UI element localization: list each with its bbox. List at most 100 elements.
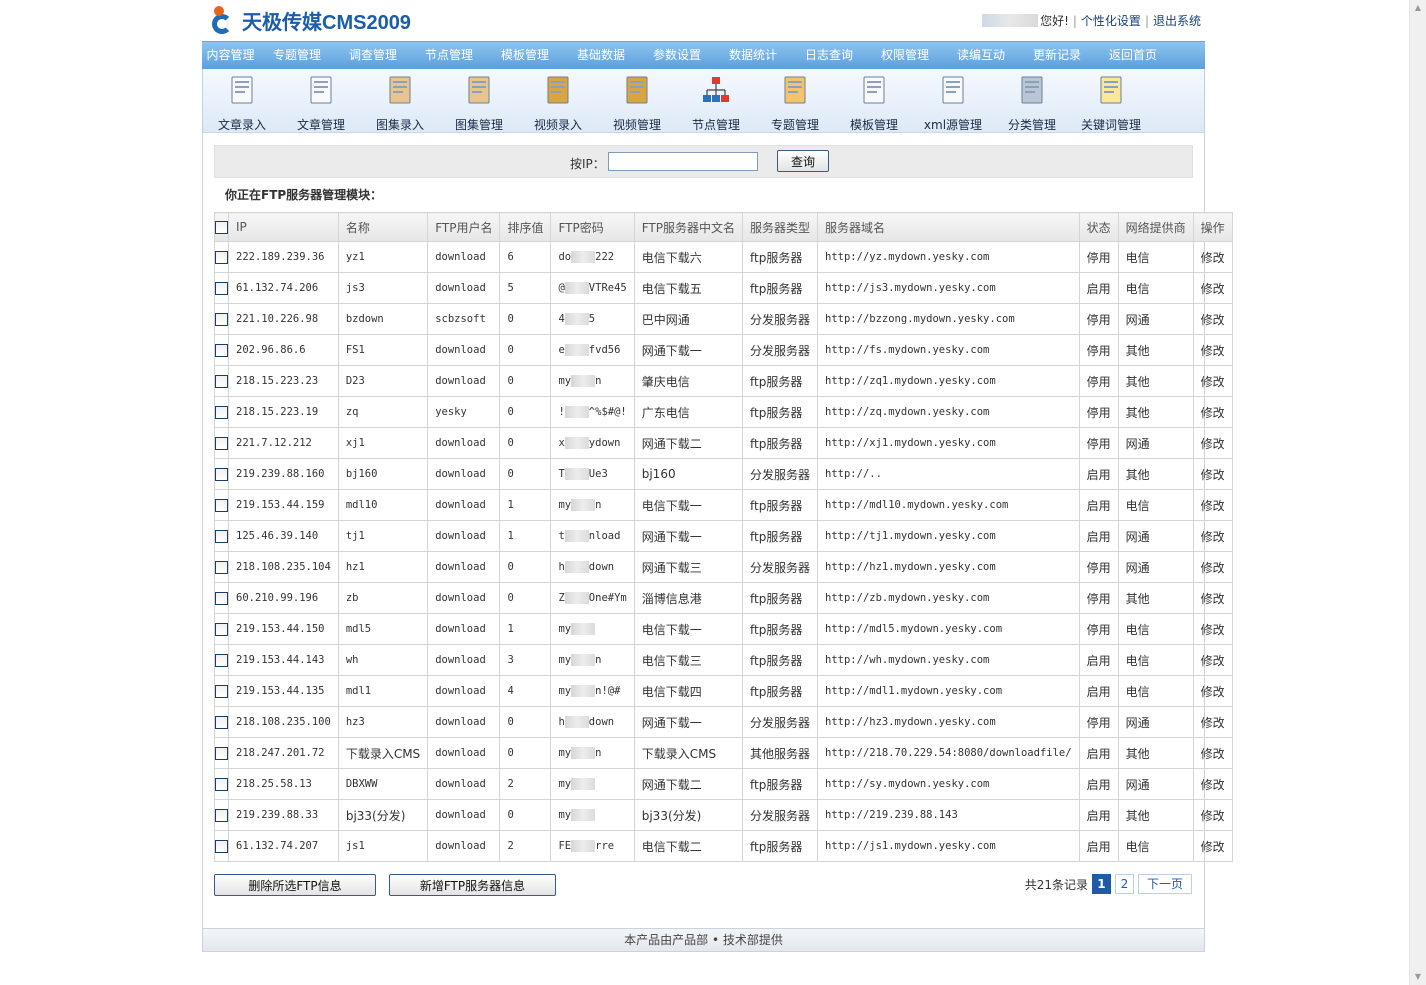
edit-link[interactable]: 修改 xyxy=(1192,365,1233,397)
toolbar-topic-button[interactable]: 专题管理 xyxy=(757,75,833,133)
edit-link[interactable]: 修改 xyxy=(1192,489,1233,521)
menu-item-7[interactable]: 数据统计 xyxy=(715,42,791,70)
menu-item-11[interactable]: 更新记录 xyxy=(1019,42,1095,70)
row-checkbox[interactable] xyxy=(215,343,228,357)
row-checkbox[interactable] xyxy=(215,591,228,605)
edit-link[interactable]: 修改 xyxy=(1192,706,1233,738)
select-all-checkbox[interactable] xyxy=(215,221,228,234)
menu-item-0[interactable]: 内容管理 xyxy=(202,42,259,70)
edit-link[interactable]: 修改 xyxy=(1192,303,1233,335)
toolbar-template-button[interactable]: 模板管理 xyxy=(836,75,912,133)
personal-settings-link[interactable]: 个性化设置 xyxy=(1081,12,1141,29)
toolbar-video-manage-button[interactable]: 视频管理 xyxy=(599,75,675,133)
edit-link[interactable]: 修改 xyxy=(1192,737,1233,769)
toolbar-node-tree-button[interactable]: 节点管理 xyxy=(678,75,754,133)
edit-link[interactable]: 修改 xyxy=(1192,644,1233,676)
page-1-link[interactable]: 1 xyxy=(1091,874,1111,894)
ip-search-input[interactable] xyxy=(608,152,758,171)
edit-link[interactable]: 修改 xyxy=(1192,458,1233,490)
row-checkbox[interactable] xyxy=(215,808,228,822)
menu-item-8[interactable]: 日志查询 xyxy=(791,42,867,70)
toolbar-gallery-manage-button[interactable]: 图集管理 xyxy=(441,75,517,133)
menu-item-6[interactable]: 参数设置 xyxy=(639,42,715,70)
row-checkbox[interactable] xyxy=(215,560,228,574)
row-checkbox[interactable] xyxy=(215,746,228,760)
password-visible-start: do xyxy=(558,251,572,263)
menu-item-10[interactable]: 读编互动 xyxy=(943,42,1019,70)
scroll-down-icon[interactable]: ▼ xyxy=(1410,969,1426,985)
menu-item-2[interactable]: 调查管理 xyxy=(335,42,411,70)
scroll-up-icon[interactable]: ▲ xyxy=(1410,0,1426,16)
row-checkbox[interactable] xyxy=(215,715,228,729)
row-checkbox[interactable] xyxy=(215,405,228,419)
row-select-cell xyxy=(214,272,229,304)
row-checkbox[interactable] xyxy=(215,839,228,853)
row-checkbox[interactable] xyxy=(215,529,228,543)
cell-server-type: ftp服务器 xyxy=(741,396,819,428)
cell-sort: 1 xyxy=(499,489,552,521)
row-checkbox[interactable] xyxy=(215,250,228,264)
cell-domain: http://sy.mydown.yesky.com xyxy=(817,768,1080,800)
row-checkbox[interactable] xyxy=(215,653,228,667)
table-row: 218.108.235.104 hz1 download 0 h down 网通下载三 分发服… xyxy=(214,551,1233,583)
edit-link[interactable]: 修改 xyxy=(1192,768,1233,800)
menu-item-3[interactable]: 节点管理 xyxy=(411,42,487,70)
edit-link[interactable]: 修改 xyxy=(1192,241,1233,273)
row-select-cell xyxy=(214,582,229,614)
logout-link[interactable]: 退出系统 xyxy=(1153,12,1201,29)
cell-ftp-user: download xyxy=(427,582,501,614)
cell-ip: 61.132.74.206 xyxy=(228,272,339,304)
row-checkbox[interactable] xyxy=(215,684,228,698)
edit-link[interactable]: 修改 xyxy=(1192,582,1233,614)
edit-link[interactable]: 修改 xyxy=(1192,427,1233,459)
row-checkbox[interactable] xyxy=(215,436,228,450)
cell-domain: http://tj1.mydown.yesky.com xyxy=(817,520,1080,552)
row-checkbox[interactable] xyxy=(215,281,228,295)
edit-link[interactable]: 修改 xyxy=(1192,520,1233,552)
cell-ftp-password: @ VTRe45 xyxy=(550,272,635,304)
password-redacted xyxy=(564,468,589,480)
toolbar-gallery-add-button[interactable]: 图集录入 xyxy=(362,75,438,133)
cell-sort: 5 xyxy=(499,272,552,304)
row-checkbox[interactable] xyxy=(215,498,228,512)
cell-domain: http://hz3.mydown.yesky.com xyxy=(817,706,1080,738)
password-redacted xyxy=(564,592,589,604)
row-checkbox[interactable] xyxy=(215,622,228,636)
edit-link[interactable]: 修改 xyxy=(1192,799,1233,831)
row-checkbox[interactable] xyxy=(215,467,228,481)
toolbar-video-add-button[interactable]: 视频录入 xyxy=(520,75,596,133)
menu-item-5[interactable]: 基础数据 xyxy=(563,42,639,70)
edit-link[interactable]: 修改 xyxy=(1192,830,1233,862)
edit-link[interactable]: 修改 xyxy=(1192,551,1233,583)
row-select-cell xyxy=(214,830,229,862)
cell-sort: 1 xyxy=(499,520,552,552)
edit-link[interactable]: 修改 xyxy=(1192,334,1233,366)
toolbar-label: 模板管理 xyxy=(849,118,898,132)
toolbar-category-button[interactable]: 分类管理 xyxy=(994,75,1070,133)
edit-link[interactable]: 修改 xyxy=(1192,675,1233,707)
cell-ftp-user: download xyxy=(427,241,501,273)
query-button[interactable]: 查询 xyxy=(777,150,829,172)
add-ftp-server-button[interactable]: 新增FTP服务器信息 xyxy=(389,874,556,896)
delete-selected-button[interactable]: 删除所选FTP信息 xyxy=(214,874,376,896)
menu-item-4[interactable]: 模板管理 xyxy=(487,42,563,70)
menu-item-12[interactable]: 返回首页 xyxy=(1095,42,1171,70)
toolbar-xml-source-button[interactable]: xml源管理 xyxy=(915,75,991,133)
next-page-link[interactable]: 下一页 xyxy=(1137,874,1192,894)
edit-link[interactable]: 修改 xyxy=(1192,396,1233,428)
edit-link[interactable]: 修改 xyxy=(1192,272,1233,304)
row-checkbox[interactable] xyxy=(215,777,228,791)
vertical-scrollbar[interactable]: ▲ ▼ xyxy=(1409,0,1426,985)
row-checkbox[interactable] xyxy=(215,374,228,388)
edit-link[interactable]: 修改 xyxy=(1192,613,1233,645)
menu-item-9[interactable]: 权限管理 xyxy=(867,42,943,70)
toolbar-keyword-button[interactable]: 关键词管理 xyxy=(1073,75,1149,133)
cell-server-type: ftp服务器 xyxy=(741,644,819,676)
password-redacted xyxy=(564,437,589,449)
toolbar-article-manage-button[interactable]: 文章管理 xyxy=(283,75,359,133)
menu-item-1[interactable]: 专题管理 xyxy=(259,42,335,70)
page-2-link[interactable]: 2 xyxy=(1114,874,1134,894)
row-checkbox[interactable] xyxy=(215,312,228,326)
password-visible-start: my xyxy=(558,623,572,635)
toolbar-article-add-button[interactable]: 文章录入 xyxy=(204,75,280,133)
